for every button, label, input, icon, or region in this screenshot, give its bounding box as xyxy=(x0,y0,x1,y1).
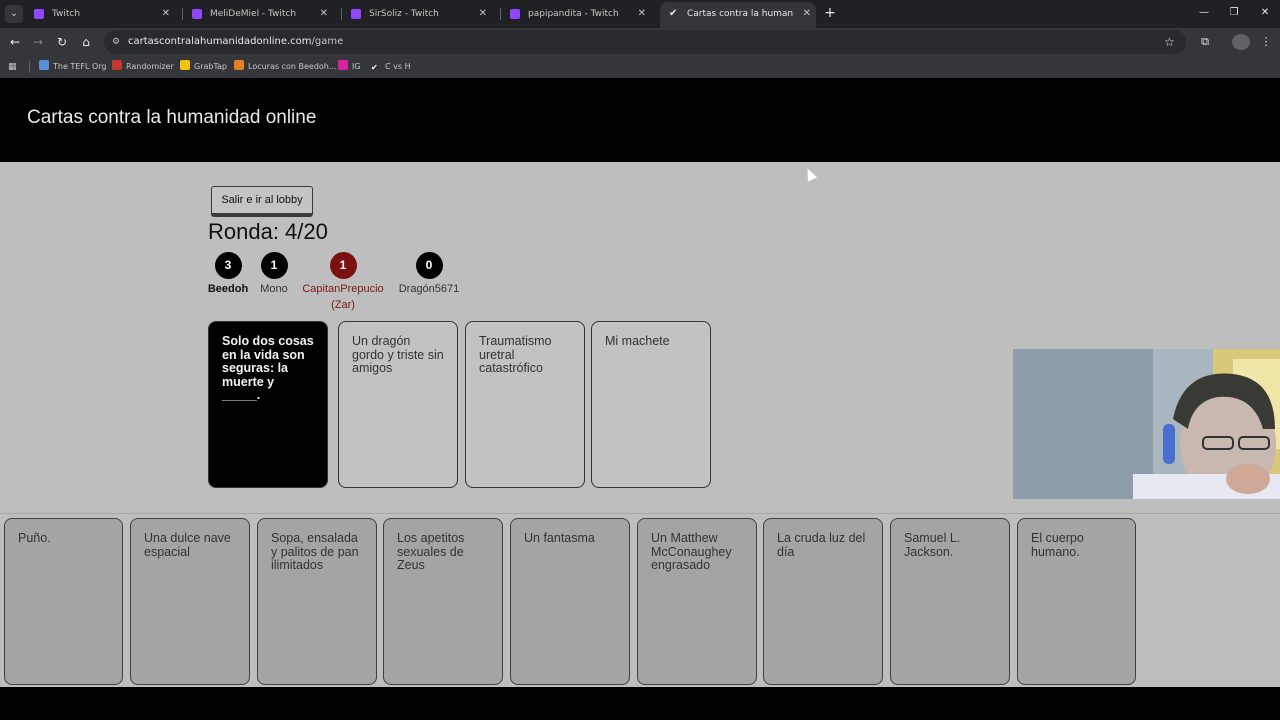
minimize-icon[interactable]: — xyxy=(1196,6,1212,20)
bookmark-locuras[interactable]: Locuras con Beedoh... xyxy=(234,56,337,78)
forward-icon[interactable]: → xyxy=(30,34,46,50)
tab-strip: ⌄ Twitch ✕ MeliDeMiel - Twitch ✕ SirSoli… xyxy=(0,0,1280,28)
restore-icon[interactable]: ❐ xyxy=(1226,6,1242,20)
bookmark-separator xyxy=(29,61,30,73)
bookmark-favicon xyxy=(234,60,244,70)
profile-avatar-icon[interactable] xyxy=(1232,34,1250,50)
player-score: 1 xyxy=(260,252,288,279)
extensions-icon[interactable]: ⧉ xyxy=(1197,34,1213,50)
bookmark-ig[interactable]: IG xyxy=(338,56,361,78)
bookmark-label: Locuras con Beedoh... xyxy=(248,62,337,71)
bookmark-star-icon[interactable]: ☆ xyxy=(1164,34,1178,50)
hand-card[interactable]: Un fantasma xyxy=(510,518,630,685)
hand-card[interactable]: Los apetitos sexuales de Zeus xyxy=(383,518,503,685)
czar-label: (Zar) xyxy=(331,299,355,311)
bookmark-cvsh[interactable]: ✔ C vs H xyxy=(371,56,411,78)
played-card[interactable]: Mi machete xyxy=(591,321,711,488)
bookmark-favicon xyxy=(338,60,348,70)
close-icon[interactable]: ✕ xyxy=(479,2,487,26)
reload-icon[interactable]: ↻ xyxy=(54,34,70,50)
twitch-icon xyxy=(510,9,520,19)
player-capitanprepucio: 1 CapitanPrepucio (Zar) xyxy=(296,252,390,313)
bookmark-label: GrabTap xyxy=(194,62,228,71)
bookmark-randomizer[interactable]: Randomizer xyxy=(112,56,174,78)
menu-icon[interactable]: ⋮ xyxy=(1258,34,1274,50)
page-title: Cartas contra la humanidad online xyxy=(27,107,317,128)
played-card[interactable]: Un dragón gordo y triste sin amigos xyxy=(338,321,458,488)
url-text: cartascontralahumanidadonline.com/game xyxy=(128,30,343,54)
player-score: 0 xyxy=(415,252,443,279)
player-name: CapitanPrepucio xyxy=(302,283,384,295)
player-name: Mono xyxy=(260,283,288,295)
webcam-image xyxy=(1013,349,1280,499)
bookmark-favicon xyxy=(112,60,122,70)
bookmark-label: IG xyxy=(352,62,361,71)
player-name: Beedoh xyxy=(207,283,249,295)
home-icon[interactable]: ⌂ xyxy=(78,34,94,50)
player-dragon5671: 0 Dragón5671 xyxy=(396,252,462,297)
hand-card[interactable]: El cuerpo humano. xyxy=(1017,518,1136,685)
exit-to-lobby-button[interactable]: Salir e ir al lobby xyxy=(211,186,313,217)
tab-title: Cartas contra la humanidad onl xyxy=(687,9,794,19)
bookmark-favicon xyxy=(180,60,190,70)
apps-grid-icon[interactable]: ▦ xyxy=(8,61,20,73)
tab-melidemiel[interactable]: MeliDeMiel - Twitch ✕ xyxy=(183,2,333,28)
twitch-icon xyxy=(34,9,44,19)
new-tab-icon[interactable]: + xyxy=(822,5,838,21)
browser-toolbar: ← → ↻ ⌂ ⚙ cartascontralahumanidadonline.… xyxy=(0,28,1280,56)
tab-title: Twitch xyxy=(52,9,81,19)
screen: ⌄ Twitch ✕ MeliDeMiel - Twitch ✕ SirSoli… xyxy=(0,0,1280,720)
hand-card[interactable]: Sopa, ensalada y palitos de pan ilimitad… xyxy=(257,518,377,685)
site-info-icon[interactable]: ⚙ xyxy=(112,36,124,48)
check-icon: ✔ xyxy=(669,8,678,19)
tab-title: SirSoliz - Twitch xyxy=(369,9,439,19)
address-bar[interactable]: ⚙ cartascontralahumanidadonline.com/game… xyxy=(104,30,1186,54)
hand-card[interactable]: La cruda luz del día xyxy=(763,518,883,685)
webcam-overlay xyxy=(1013,349,1280,499)
bookmark-grabtap[interactable]: GrabTap xyxy=(180,56,227,78)
url-host: cartascontralahumanidadonline.com xyxy=(128,36,312,47)
bookmark-favicon xyxy=(39,60,49,70)
tab-twitch[interactable]: Twitch ✕ xyxy=(25,2,175,28)
player-score: 3 xyxy=(214,252,242,279)
bookmark-label: Randomizer xyxy=(126,62,174,71)
bookmark-label: The TEFL Org xyxy=(53,62,107,71)
tab-title: papipandita - Twitch xyxy=(528,9,619,19)
tab-title: MeliDeMiel - Twitch xyxy=(210,9,297,19)
round-counter: Ronda: 4/20 xyxy=(208,219,328,244)
hand-divider xyxy=(0,513,1280,514)
hand-card[interactable]: Samuel L. Jackson. xyxy=(890,518,1010,685)
played-card[interactable]: Traumatismo uretral catastrófico xyxy=(465,321,585,488)
hand-card[interactable]: Puño. xyxy=(4,518,123,685)
hand-card[interactable]: Una dulce nave espacial xyxy=(130,518,250,685)
twitch-icon xyxy=(192,9,202,19)
player-mono: 1 Mono xyxy=(255,252,293,297)
tab-sirsoliz[interactable]: SirSoliz - Twitch ✕ xyxy=(342,2,492,28)
black-card: Solo dos cosas en la vida son seguras: l… xyxy=(208,321,328,488)
close-icon[interactable]: ✕ xyxy=(638,2,646,26)
player-beedoh: 3 Beedoh xyxy=(206,252,250,297)
close-icon[interactable]: ✕ xyxy=(803,2,811,26)
player-score: 1 xyxy=(329,252,357,279)
close-icon[interactable]: ✕ xyxy=(320,2,328,26)
url-path: /game xyxy=(311,36,344,47)
close-window-icon[interactable]: ✕ xyxy=(1257,6,1273,20)
hand-card[interactable]: Un Matthew McConaughey engrasado xyxy=(637,518,757,685)
bookmarks-bar: ▦ The TEFL Org Randomizer GrabTap Locura… xyxy=(0,56,1280,78)
bottom-bar xyxy=(0,687,1280,720)
tab-search-button[interactable]: ⌄ xyxy=(5,5,23,23)
tab-papipandita[interactable]: papipandita - Twitch ✕ xyxy=(501,2,651,28)
bookmark-label: C vs H xyxy=(385,62,411,71)
back-icon[interactable]: ← xyxy=(7,34,23,50)
close-icon[interactable]: ✕ xyxy=(162,2,170,26)
bookmark-tefl[interactable]: The TEFL Org xyxy=(39,56,107,78)
tab-cartas-active[interactable]: ✔ Cartas contra la humanidad onl ✕ xyxy=(660,2,816,28)
player-name: Dragón5671 xyxy=(398,283,460,295)
check-icon: ✔ xyxy=(371,63,378,72)
twitch-icon xyxy=(351,9,361,19)
